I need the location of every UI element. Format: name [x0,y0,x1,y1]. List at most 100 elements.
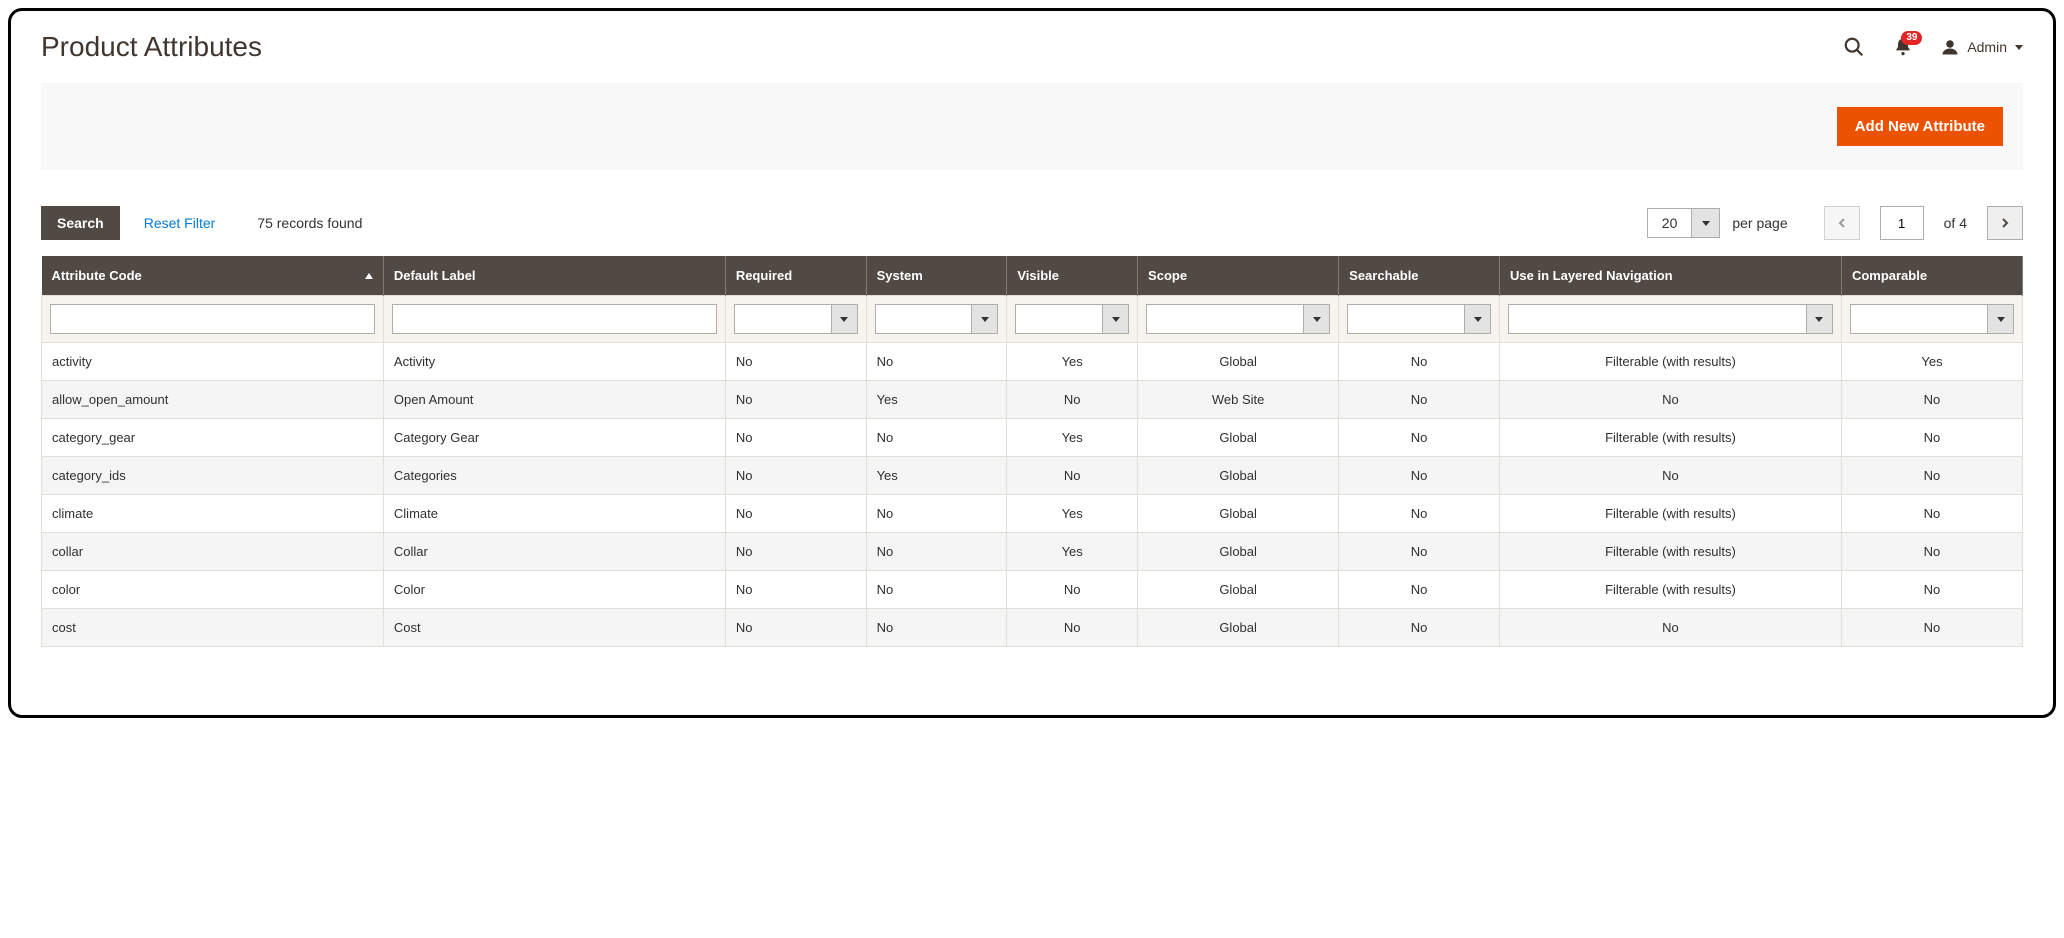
table-row[interactable]: costCostNoNoNoGlobalNoNoNo [42,609,2023,647]
cell-comparable: No [1841,495,2022,533]
grid-toolbar: Search Reset Filter 75 records found 20 … [41,206,2023,240]
filter-default-label[interactable] [392,304,717,334]
col-default-label[interactable]: Default Label [383,256,725,296]
cell-visible: Yes [1007,419,1138,457]
col-scope[interactable]: Scope [1138,256,1339,296]
table-row[interactable]: colorColorNoNoNoGlobalNoFilterable (with… [42,571,2023,609]
cell-label: Cost [383,609,725,647]
page-size-select[interactable]: 20 [1647,208,1721,238]
cell-scope: Global [1138,571,1339,609]
search-icon[interactable] [1843,36,1865,58]
cell-code: category_gear [42,419,384,457]
filter-system[interactable] [875,304,999,334]
cell-scope: Global [1138,343,1339,381]
filter-required[interactable] [734,304,858,334]
cell-label: Categories [383,457,725,495]
col-layered[interactable]: Use in Layered Navigation [1500,256,1842,296]
next-page-button[interactable] [1987,206,2023,240]
cell-system: Yes [866,457,1007,495]
table-row[interactable]: climateClimateNoNoYesGlobalNoFilterable … [42,495,2023,533]
col-comparable[interactable]: Comparable [1841,256,2022,296]
cell-required: No [725,495,866,533]
cell-required: No [725,571,866,609]
filter-attribute-code[interactable] [50,304,375,334]
filter-visible[interactable] [1015,304,1129,334]
cell-searchable: No [1339,495,1500,533]
cell-visible: Yes [1007,495,1138,533]
add-new-attribute-button[interactable]: Add New Attribute [1837,107,2003,146]
col-visible[interactable]: Visible [1007,256,1138,296]
chevron-down-icon[interactable] [1691,209,1719,237]
cell-required: No [725,533,866,571]
notification-badge: 39 [1901,31,1922,45]
cell-system: No [866,495,1007,533]
cell-scope: Global [1138,457,1339,495]
cell-comparable: No [1841,609,2022,647]
cell-visible: No [1007,457,1138,495]
filter-searchable[interactable] [1347,304,1491,334]
cell-visible: Yes [1007,343,1138,381]
col-system[interactable]: System [866,256,1007,296]
filter-layered[interactable] [1508,304,1833,334]
per-page-label: per page [1732,215,1787,231]
cell-system: No [866,419,1007,457]
cell-searchable: No [1339,381,1500,419]
filter-comparable[interactable] [1850,304,2014,334]
page-header: Product Attributes 39 [41,31,2023,63]
cell-visible: No [1007,571,1138,609]
cell-searchable: No [1339,571,1500,609]
cell-layered: No [1500,457,1842,495]
cell-scope: Global [1138,533,1339,571]
notifications-icon[interactable]: 39 [1893,37,1913,57]
cell-required: No [725,343,866,381]
col-searchable[interactable]: Searchable [1339,256,1500,296]
of-pages: of 4 [1944,215,1967,231]
cell-required: No [725,609,866,647]
table-row[interactable]: allow_open_amountOpen AmountNoYesNoWeb S… [42,381,2023,419]
cell-scope: Global [1138,419,1339,457]
cell-comparable: No [1841,571,2022,609]
table-row[interactable]: activityActivityNoNoYesGlobalNoFilterabl… [42,343,2023,381]
cell-scope: Global [1138,609,1339,647]
cell-layered: Filterable (with results) [1500,533,1842,571]
table-row[interactable]: collarCollarNoNoYesGlobalNoFilterable (w… [42,533,2023,571]
attributes-table: Attribute Code Default Label Required Sy… [41,256,2023,647]
cell-layered: Filterable (with results) [1500,495,1842,533]
cell-system: No [866,533,1007,571]
cell-comparable: No [1841,381,2022,419]
cell-comparable: No [1841,457,2022,495]
filter-row [42,296,2023,343]
cell-layered: No [1500,381,1842,419]
cell-code: activity [42,343,384,381]
cell-code: cost [42,609,384,647]
page-title: Product Attributes [41,31,262,63]
user-menu[interactable]: Admin [1941,38,2023,56]
cell-searchable: No [1339,457,1500,495]
prev-page-button[interactable] [1824,206,1860,240]
action-bar: Add New Attribute [41,83,2023,170]
current-page-input[interactable] [1880,206,1924,240]
chevron-down-icon [2015,45,2023,50]
col-required[interactable]: Required [725,256,866,296]
cell-label: Collar [383,533,725,571]
cell-searchable: No [1339,343,1500,381]
cell-system: No [866,609,1007,647]
cell-label: Activity [383,343,725,381]
header-actions: 39 Admin [1843,36,2023,58]
search-button[interactable]: Search [41,206,120,240]
user-name: Admin [1967,39,2007,55]
cell-scope: Global [1138,495,1339,533]
col-attribute-code[interactable]: Attribute Code [42,256,384,296]
table-row[interactable]: category_idsCategoriesNoYesNoGlobalNoNoN… [42,457,2023,495]
cell-layered: Filterable (with results) [1500,571,1842,609]
cell-code: climate [42,495,384,533]
cell-layered: Filterable (with results) [1500,419,1842,457]
table-header-row: Attribute Code Default Label Required Sy… [42,256,2023,296]
reset-filter-link[interactable]: Reset Filter [144,215,216,231]
filter-scope[interactable] [1146,304,1330,334]
table-row[interactable]: category_gearCategory GearNoNoYesGlobalN… [42,419,2023,457]
cell-system: No [866,571,1007,609]
cell-required: No [725,457,866,495]
cell-comparable: Yes [1841,343,2022,381]
cell-system: Yes [866,381,1007,419]
